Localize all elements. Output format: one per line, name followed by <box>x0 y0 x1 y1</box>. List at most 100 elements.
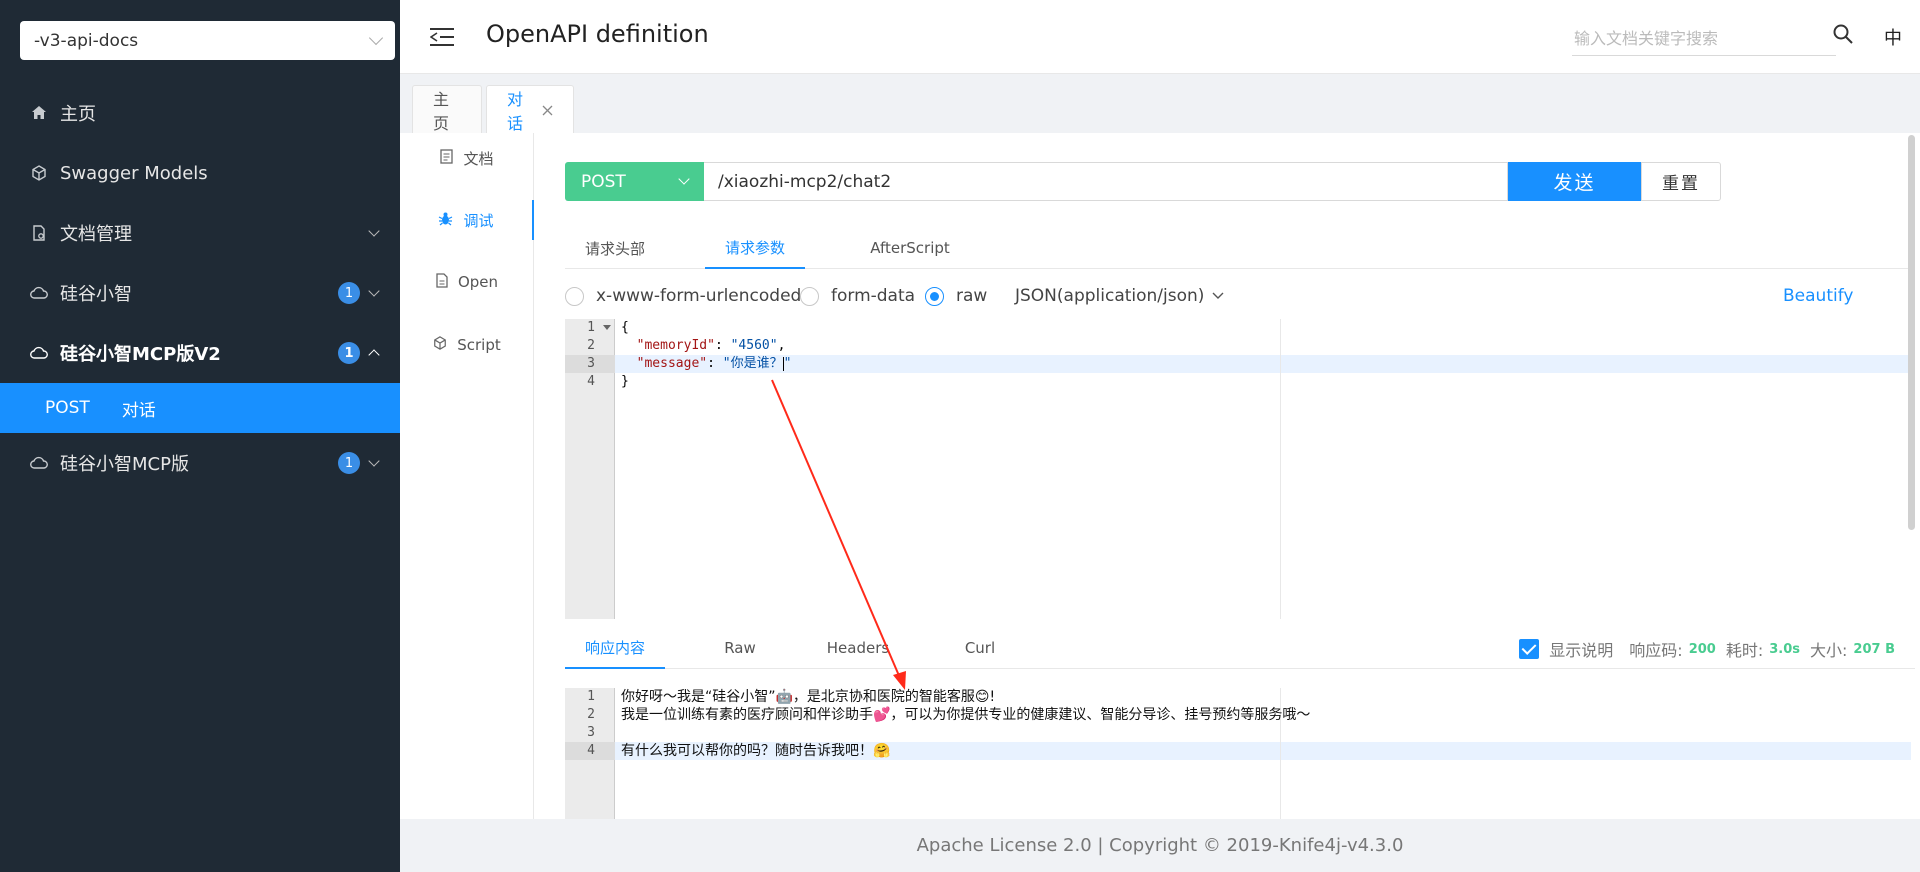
tab-response-content[interactable]: 响应内容 <box>565 627 665 669</box>
url-input[interactable]: /xiaozhi-mcp2/chat2 <box>704 162 1508 201</box>
status-code-label: 响应码: <box>1629 641 1683 660</box>
radio-form-data[interactable]: form-data <box>800 286 915 306</box>
radio-circle <box>565 286 584 306</box>
count-badge: 1 <box>338 452 360 474</box>
fold-icon[interactable] <box>603 325 611 330</box>
code-line: "message": "你是谁？" <box>621 355 792 373</box>
vertical-scrollbar[interactable] <box>1908 135 1915 530</box>
radio-circle <box>800 286 819 306</box>
tab-response-headers[interactable]: Headers <box>818 627 898 669</box>
active-line-highlight <box>615 355 1911 373</box>
code-line: } <box>621 374 629 389</box>
tab-home[interactable]: 主页 <box>412 85 482 133</box>
response-tabs: 响应内容 Raw Headers Curl 显示说明 响应码: 200 耗时: … <box>565 627 1915 669</box>
chevron-down-icon <box>368 284 380 297</box>
json-key: "memoryId" <box>636 338 715 353</box>
chevron-down-icon <box>368 30 384 45</box>
sidebar-item-guigu-xiaozhi[interactable]: 硅谷小智 1 <box>0 263 400 323</box>
nav-open[interactable]: Open <box>400 262 534 302</box>
reset-button[interactable]: 重置 <box>1641 162 1721 201</box>
app-title: OpenAPI definition <box>486 20 709 48</box>
tab-response-curl[interactable]: Curl <box>950 627 1010 669</box>
nav-doc[interactable]: 文档 <box>400 138 534 178</box>
request-body-editor[interactable]: 1 2 3 4 { "memoryId": "4560", "message":… <box>565 319 1911 619</box>
nav-debug[interactable]: 调试 <box>400 200 534 240</box>
sidebar-item-guigu-xiaozhi-mcp[interactable]: 硅谷小智MCP版 1 <box>0 433 400 493</box>
sidebar-item-doc-manage[interactable]: 文档管理 <box>0 203 400 263</box>
response-size-value: 207 B <box>1853 641 1895 657</box>
radio-label: form-data <box>831 286 916 306</box>
tab-request-params[interactable]: 请求参数 <box>705 227 805 269</box>
content-type-value: JSON(application/json) <box>1015 286 1205 306</box>
search-icon[interactable] <box>1832 23 1856 47</box>
show-description-label: 显示说明 <box>1549 641 1614 660</box>
print-margin <box>1280 319 1281 619</box>
show-description-checkbox[interactable] <box>1519 639 1540 659</box>
sidebar-item-label: 文档管理 <box>60 224 132 245</box>
radio-circle <box>925 286 944 306</box>
search-input[interactable]: 输入文档关键字搜索 <box>1572 18 1836 56</box>
tab-response-raw[interactable]: Raw <box>705 627 775 669</box>
api-left-nav: 文档 调试 Open Script <box>400 133 534 819</box>
sidebar-item-home[interactable]: 主页 <box>0 83 400 143</box>
nav-label: 调试 <box>463 211 494 230</box>
tab-after-script[interactable]: AfterScript <box>855 227 965 269</box>
doc-manage-icon <box>30 224 48 242</box>
chevron-down-icon <box>368 454 380 467</box>
tab-request-headers[interactable]: 请求头部 <box>565 227 665 269</box>
radio-raw[interactable]: raw <box>925 286 987 306</box>
send-button[interactable]: 发送 <box>1508 162 1641 201</box>
radio-label: x-www-form-urlencoded <box>596 286 802 306</box>
request-sub-tabs: 请求头部 请求参数 AfterScript <box>565 227 1915 269</box>
cube-icon <box>433 336 447 354</box>
response-body-viewer[interactable]: 1 2 3 4 你好呀～我是“硅谷小智”🤖，是北京协和医院的智能客服😊! 我是一… <box>565 688 1911 819</box>
response-meta: 显示说明 响应码: 200 耗时: 3.0s 大小: 207 B <box>1519 637 1895 661</box>
sidebar-subitem-post-chat[interactable]: POST 对话 <box>0 383 400 433</box>
elapsed-time-value: 3.0s <box>1769 641 1801 657</box>
sidebar-item-label: 硅谷小智MCP版 <box>60 454 189 475</box>
main-content: 文档 调试 Open Script POST /xiaozhi-mcp2/cha… <box>400 133 1920 819</box>
tab-bar: 主页 对话 <box>400 75 1920 134</box>
chevron-up-icon <box>368 349 380 361</box>
language-toggle[interactable]: 中 <box>1884 24 1902 50</box>
group-select[interactable]: -v3-api-docs <box>20 21 395 60</box>
sidebar-menu: 主页 Swagger Models 文档管理 硅谷小智 1 硅谷小智MCP版V2… <box>0 83 400 493</box>
json-colon: : <box>707 356 723 371</box>
sidebar: -v3-api-docs 主页 Swagger Models 文档管理 硅谷小智… <box>0 0 400 872</box>
sidebar-item-label: Swagger Models <box>60 162 208 184</box>
bug-icon <box>438 211 453 230</box>
method-select[interactable]: POST <box>565 162 704 201</box>
content-type-select[interactable]: JSON(application/json) <box>1015 286 1224 306</box>
json-key: "message" <box>636 356 708 371</box>
chevron-down-icon <box>368 224 380 237</box>
line-number: 3 <box>565 355 615 373</box>
elapsed-time-label: 耗时: <box>1725 641 1764 660</box>
tab-chat[interactable]: 对话 <box>486 85 574 134</box>
nav-label: 文档 <box>463 149 494 168</box>
request-bar: POST /xiaozhi-mcp2/chat2 发送 重置 <box>565 162 1721 201</box>
chevron-down-icon <box>1212 292 1224 299</box>
close-icon[interactable] <box>542 101 553 120</box>
response-line: 你好呀～我是“硅谷小智”🤖，是北京协和医院的智能客服😊! <box>621 689 996 705</box>
line-number: 2 <box>587 707 595 722</box>
response-line: 我是一位训练有素的医疗顾问和伴诊助手💕，可以为你提供专业的健康建议、智能分导诊、… <box>621 707 1311 723</box>
line-number: 2 <box>587 338 595 353</box>
file-icon <box>436 272 448 292</box>
sidebar-item-label: 硅谷小智MCP版V2 <box>60 344 221 365</box>
json-value: "4560" <box>730 338 778 353</box>
method-value: POST <box>581 171 626 192</box>
radio-urlencoded[interactable]: x-www-form-urlencoded <box>565 286 801 306</box>
json-value: "你是谁？ <box>722 356 783 371</box>
group-select-value: -v3-api-docs <box>34 30 139 51</box>
sidebar-item-swagger-models[interactable]: Swagger Models <box>0 143 400 203</box>
sidebar-item-guigu-xiaozhi-mcp-v2[interactable]: 硅谷小智MCP版V2 1 <box>0 323 400 383</box>
nav-script[interactable]: Script <box>400 325 534 365</box>
count-badge: 1 <box>338 282 360 304</box>
beautify-button[interactable]: Beautify <box>1783 286 1853 306</box>
status-code-value: 200 <box>1688 641 1716 657</box>
code-line: "memoryId": "4560", <box>621 337 786 355</box>
editor-gutter: 1 2 3 4 <box>565 688 615 819</box>
menu-fold-icon[interactable] <box>430 26 454 48</box>
sidebar-item-label: 主页 <box>60 104 96 125</box>
top-header: OpenAPI definition 输入文档关键字搜索 中 <box>400 0 1920 74</box>
